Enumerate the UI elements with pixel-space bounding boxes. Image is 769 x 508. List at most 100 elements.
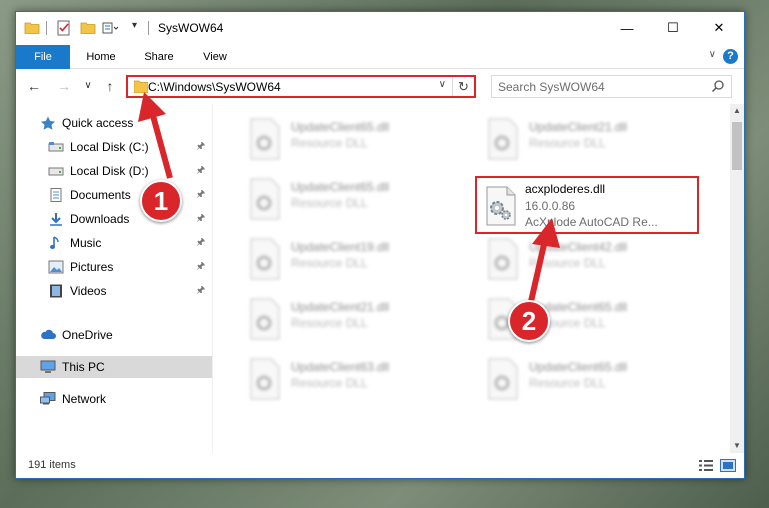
cloud-icon	[41, 329, 56, 339]
dll-file-icon	[250, 178, 280, 220]
drive-icon	[48, 142, 64, 152]
documents-icon	[50, 188, 62, 202]
dll-file-icon	[488, 238, 518, 280]
dll-file-icon	[250, 298, 280, 340]
sidebar-item-label: Local Disk (D:)	[70, 164, 149, 178]
sidebar-item-this-pc[interactable]: This PC	[16, 356, 212, 378]
computer-icon	[40, 360, 56, 373]
file-type: Resource DLL	[291, 136, 368, 150]
close-button[interactable]: ✕	[696, 12, 742, 44]
tab-share[interactable]: Share	[136, 45, 182, 69]
sidebar-item-label: Downloads	[70, 212, 130, 226]
file-type: Resource DLL	[291, 256, 368, 270]
scroll-down-icon[interactable]: ▼	[730, 439, 744, 453]
sidebar-item-label: OneDrive	[62, 328, 113, 342]
search-icon[interactable]	[711, 79, 725, 93]
navigation-bar: ← → ∨ ↑ C:\Windows\SysWOW64 ∨ ↻ Search S…	[16, 70, 744, 102]
customize-quick-access-icon[interactable]: ▾	[132, 20, 137, 31]
file-type: Resource DLL	[529, 256, 606, 270]
file-description: AcXplode AutoCAD Re...	[525, 215, 658, 229]
pin-icon: 🖈	[196, 237, 206, 248]
sidebar-item-videos[interactable]: Videos 🖈	[16, 280, 212, 302]
pin-icon: 🖈	[196, 213, 206, 224]
file-tile[interactable]: UpdateClient65.dll Resource DLL	[239, 174, 469, 228]
star-icon	[41, 116, 55, 130]
dll-gear-file-icon	[486, 186, 516, 226]
file-tile[interactable]: UpdateClient65.dll Resource DLL	[477, 354, 707, 408]
minimize-button[interactable]: —	[604, 12, 650, 44]
sidebar-item-local-disk-c[interactable]: Local Disk (C:) 🖈	[16, 136, 212, 158]
search-box[interactable]: Search SysWOW64	[491, 75, 732, 98]
dll-file-icon	[250, 238, 280, 280]
maximize-button[interactable]: ☐	[650, 12, 696, 44]
file-name: UpdateClient21.dll	[529, 120, 628, 134]
forward-button[interactable]: →	[54, 76, 74, 96]
file-type: Resource DLL	[291, 316, 368, 330]
highlighted-file-tile[interactable]: acxploderes.dll 16.0.0.86 AcXplode AutoC…	[475, 176, 699, 234]
sidebar-item-pictures[interactable]: Pictures 🖈	[16, 256, 212, 278]
file-type: Resource DLL	[529, 136, 606, 150]
title-separator	[46, 21, 47, 35]
search-input[interactable]: Search SysWOW64	[498, 80, 605, 94]
help-button[interactable]: ?	[723, 49, 738, 64]
properties-icon[interactable]	[56, 20, 72, 36]
scroll-up-icon[interactable]: ▲	[730, 104, 744, 118]
sidebar-item-onedrive[interactable]: OneDrive	[16, 324, 212, 346]
vertical-scrollbar[interactable]: ▲ ▼	[730, 104, 744, 453]
pin-icon: 🖈	[196, 261, 206, 272]
sidebar-item-label: Music	[70, 236, 102, 250]
download-icon	[50, 213, 62, 226]
file-tile[interactable]: UpdateClient63.dll Resource DLL	[239, 354, 469, 408]
sidebar-item-downloads[interactable]: Downloads 🖈	[16, 208, 212, 230]
ribbon-tabs: File Home Share View ∨ ?	[16, 45, 744, 69]
back-button[interactable]: ←	[24, 76, 44, 96]
title-bar: ▾ SysWOW64 — ☐ ✕	[16, 12, 744, 45]
address-dropdown-icon[interactable]: ∨	[439, 79, 446, 90]
sidebar-item-label: This PC	[62, 360, 105, 374]
file-tile[interactable]: UpdateClient65.dll Resource DLL	[239, 114, 469, 168]
tab-view[interactable]: View	[194, 45, 236, 69]
item-count: 191 items	[28, 459, 76, 471]
sidebar-item-music[interactable]: Music 🖈	[16, 232, 212, 254]
sidebar-item-quick-access[interactable]: Quick access	[16, 112, 212, 134]
videos-icon	[50, 284, 62, 298]
sidebar-item-network[interactable]: Network	[16, 388, 212, 410]
file-tile[interactable]: UpdateClient21.dll Resource DLL	[477, 114, 707, 168]
file-type: Resource DLL	[291, 376, 368, 390]
tab-file[interactable]: File	[16, 45, 70, 69]
sidebar-item-local-disk-d[interactable]: Local Disk (D:) 🖈	[16, 160, 212, 182]
sidebar-item-label: Pictures	[70, 260, 114, 274]
status-bar: 191 items	[16, 453, 744, 478]
file-name: UpdateClient63.dll	[291, 360, 390, 374]
pin-icon: 🖈	[196, 141, 206, 152]
file-tile[interactable]: UpdateClient42.dll Resource DLL	[477, 234, 707, 288]
scrollbar-thumb[interactable]	[732, 122, 742, 170]
file-explorer-window: ▾ SysWOW64 — ☐ ✕ File Home Share View ∨ …	[15, 11, 745, 479]
tab-home[interactable]: Home	[78, 45, 124, 69]
refresh-button[interactable]: ↻	[452, 77, 474, 96]
window-title: SysWOW64	[158, 21, 224, 35]
file-tile[interactable]: UpdateClient19.dll Resource DLL	[239, 234, 469, 288]
sidebar-item-label: Quick access	[62, 116, 134, 130]
step-2-badge: 2	[508, 300, 550, 342]
address-bar[interactable]: C:\Windows\SysWOW64 ∨ ↻	[126, 75, 476, 98]
sidebar-item-documents[interactable]: Documents 🖈	[16, 184, 212, 206]
file-version: 16.0.0.86	[525, 199, 576, 213]
up-button[interactable]: ↑	[100, 76, 120, 96]
collapse-ribbon-button[interactable]: ∨	[709, 49, 716, 60]
file-tile[interactable]: UpdateClient21.dll Resource DLL	[239, 294, 469, 348]
recent-locations-button[interactable]: ∨	[78, 76, 98, 96]
pin-icon: 🖈	[196, 189, 206, 200]
new-folder-icon[interactable]	[80, 20, 96, 36]
music-icon	[50, 236, 59, 249]
sidebar-item-label: Local Disk (C:)	[70, 140, 149, 154]
details-view-icon[interactable]	[698, 459, 714, 472]
folder-icon	[134, 80, 148, 93]
file-list: UpdateClient65.dll Resource DLL UpdateCl…	[213, 104, 730, 453]
dll-file-icon	[488, 358, 518, 400]
file-name: UpdateClient65.dll	[291, 120, 390, 134]
view-options-icon[interactable]	[102, 20, 118, 36]
large-icons-view-icon[interactable]	[720, 459, 736, 472]
file-name: UpdateClient65.dll	[291, 180, 390, 194]
address-path[interactable]: C:\Windows\SysWOW64	[148, 80, 281, 94]
